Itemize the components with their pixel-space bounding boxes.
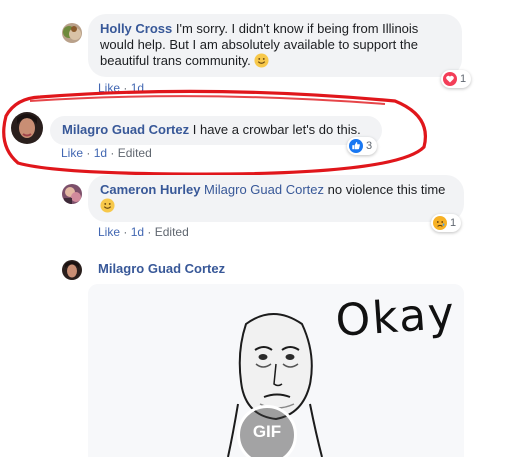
comment-bubble: Holly Cross I'm sorry. I didn't know if …	[88, 14, 462, 77]
comment-author[interactable]: Milagro Guad Cortez	[98, 261, 225, 276]
comment-meta: Like · 1d	[98, 81, 144, 95]
gif-attachment[interactable]: Okay GIF	[88, 284, 464, 457]
timestamp-link[interactable]: 1d	[94, 146, 107, 160]
timestamp-link[interactable]: 1d	[131, 81, 144, 95]
comment-author[interactable]: Milagro Guad Cortez	[62, 122, 189, 137]
reaction-badge[interactable]: 1	[431, 214, 462, 232]
avatar[interactable]	[11, 112, 43, 144]
reaction-count: 1	[450, 217, 457, 229]
edited-label[interactable]: Edited	[155, 225, 189, 239]
reaction-count: 3	[366, 140, 373, 152]
edited-label[interactable]: Edited	[118, 146, 152, 160]
avatar[interactable]	[62, 184, 82, 204]
gif-badge[interactable]: GIF	[237, 405, 297, 457]
reaction-count: 1	[460, 73, 467, 85]
comment-author[interactable]: Holly Cross	[100, 21, 172, 36]
comment-bubble: Milagro Guad Cortez I have a crowbar let…	[50, 116, 382, 145]
comment-meta: Like · 1d · Edited	[61, 146, 152, 160]
separator: ·	[86, 146, 91, 160]
comment-text: I have a crowbar let's do this.	[192, 122, 361, 137]
like-link[interactable]: Like	[98, 225, 120, 239]
sad-reaction-icon	[433, 216, 447, 230]
comment-author[interactable]: Cameron Hurley	[100, 182, 200, 197]
reaction-badge[interactable]: 3	[347, 137, 378, 155]
gif-caption: Okay	[334, 287, 458, 347]
mention-link[interactable]: Milagro Guad Cortez	[204, 182, 324, 197]
like-reaction-icon	[349, 139, 363, 153]
reaction-badge[interactable]: 1	[441, 70, 472, 88]
separator: ·	[147, 225, 152, 239]
timestamp-link[interactable]: 1d	[131, 225, 144, 239]
smile-emoji-icon	[100, 198, 115, 213]
like-link[interactable]: Like	[61, 146, 83, 160]
avatar[interactable]	[62, 260, 82, 280]
comment-bubble: Cameron Hurley Milagro Guad Cortez no vi…	[88, 175, 464, 222]
comment-meta: Like · 1d · Edited	[98, 225, 189, 239]
heart-reaction-icon	[443, 72, 457, 86]
separator: ·	[110, 146, 115, 160]
comment-text: no violence this time	[327, 182, 446, 197]
separator: ·	[123, 81, 128, 95]
like-link[interactable]: Like	[98, 81, 120, 95]
separator: ·	[123, 225, 128, 239]
gif-badge-label: GIF	[252, 422, 282, 441]
avatar[interactable]	[62, 23, 82, 43]
smile-emoji-icon	[254, 53, 269, 68]
